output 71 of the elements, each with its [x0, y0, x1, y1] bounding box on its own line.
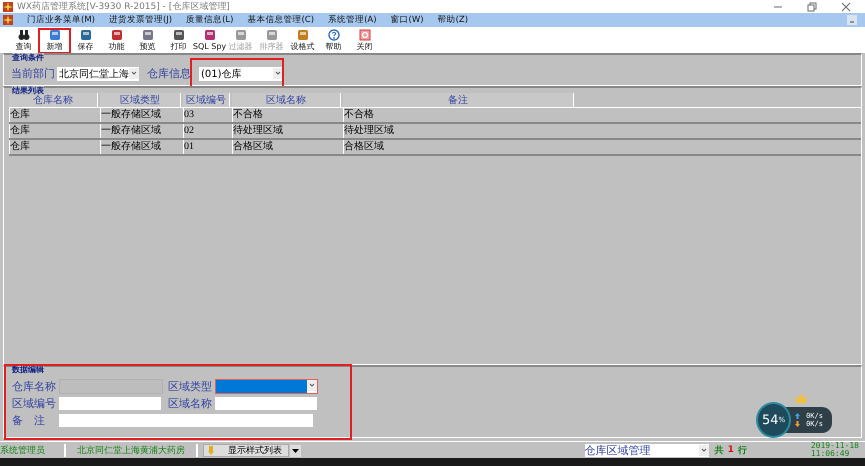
status-count: 1	[728, 445, 735, 455]
dropdown-field[interactable]	[215, 379, 318, 394]
menu-item[interactable]: 帮助(Z)	[430, 14, 476, 26]
toolbar-button[interactable]: 功能	[101, 29, 132, 53]
status-time: 11:06:49	[810, 450, 850, 458]
crown-icon	[794, 392, 808, 404]
app-icon	[3, 15, 13, 25]
toolbar-icon	[328, 29, 340, 41]
table-cell: 待处理区域	[232, 124, 341, 138]
status-count: 行	[738, 444, 748, 456]
menu-item[interactable]: 窗口(W)	[384, 14, 431, 26]
input-field[interactable]	[215, 397, 317, 410]
column-header[interactable]: 仓库名称	[9, 93, 98, 107]
menu-item[interactable]: 质量信息(L)	[179, 14, 240, 26]
warehouse-dropdown[interactable]: (01)仓库	[199, 66, 283, 80]
minimize-icon[interactable]	[847, 15, 857, 25]
field-label: 区域名称	[168, 396, 212, 411]
toolbar-button[interactable]: SQL Spy	[194, 29, 225, 53]
field-label: 仓库信息	[147, 66, 191, 81]
table-cell: 02	[183, 124, 230, 138]
table-cell: 不合格	[343, 108, 574, 122]
table-cell: 一般存储区域	[100, 124, 181, 138]
section-title: 查询条件	[12, 53, 44, 62]
menu-item[interactable]: 门店业务菜单(M)	[13, 14, 102, 26]
menu-item[interactable]: 系统管理(A)	[321, 14, 384, 26]
close-icon[interactable]	[841, 2, 851, 12]
section-title: 结果列表	[12, 86, 44, 95]
toolbar-button[interactable]: 关闭	[349, 29, 380, 53]
table-cell: 合格区域	[343, 140, 574, 154]
arrow-down-icon	[795, 421, 800, 427]
menu-item[interactable]: 进货发票管理(J)	[102, 14, 180, 26]
arrow-up-icon	[795, 413, 800, 419]
toolbar-icon	[18, 29, 30, 41]
table-cell: 一般存储区域	[100, 108, 181, 122]
column-header[interactable]: 备注	[343, 93, 574, 107]
field-label: 仓库名称	[12, 379, 56, 394]
table-cell: 仓库	[9, 124, 98, 138]
status-date: 2019-11-18	[810, 442, 859, 450]
arrow-down-icon	[208, 446, 214, 454]
window-title: WX药店管理系统[V-3930 R-2015] - [仓库区域管理]	[17, 0, 230, 13]
table-cell: 03	[183, 108, 230, 122]
app-icon	[3, 2, 13, 12]
field-label: 区域编号	[12, 396, 56, 411]
toolbar-button[interactable]: 打印	[163, 29, 194, 53]
table-cell: 一般存储区域	[100, 140, 181, 154]
column-header[interactable]: 区域编号	[183, 93, 230, 107]
table-cell: 合格区域	[232, 140, 341, 154]
status-count: 共	[714, 444, 725, 456]
toolbar-button[interactable]: 保存	[70, 29, 101, 53]
restore-icon[interactable]	[807, 2, 817, 12]
toolbar-button[interactable]: 新增	[39, 29, 70, 53]
menu-item[interactable]: 基本信息管理(C)	[240, 14, 322, 26]
toolbar-button[interactable]: 预览	[132, 29, 163, 53]
department-dropdown[interactable]: 北京同仁堂上海	[57, 66, 139, 80]
table-cell: 仓库	[9, 140, 98, 154]
toolbar-button[interactable]: 设格式	[287, 29, 318, 53]
input-field[interactable]	[59, 397, 161, 410]
toolbar-button[interactable]: 查询	[8, 29, 39, 53]
column-header[interactable]: 区域名称	[232, 93, 341, 107]
input-field[interactable]	[59, 414, 313, 427]
field-label: 当前部门	[11, 66, 55, 81]
style-list-button[interactable]: 显示样式列表	[203, 444, 289, 456]
column-header[interactable]: 区域类型	[100, 93, 181, 107]
field-label: 区域类型	[168, 379, 212, 394]
toolbar-button[interactable]: 帮助	[318, 29, 349, 53]
table-cell: 待处理区域	[343, 124, 574, 138]
table-cell: 不合格	[232, 108, 341, 122]
table-cell: 仓库	[9, 108, 98, 122]
table-cell: 01	[183, 140, 230, 154]
module-dropdown[interactable]: 仓库区域管理	[584, 444, 709, 456]
field-label: 备 注	[12, 413, 46, 428]
